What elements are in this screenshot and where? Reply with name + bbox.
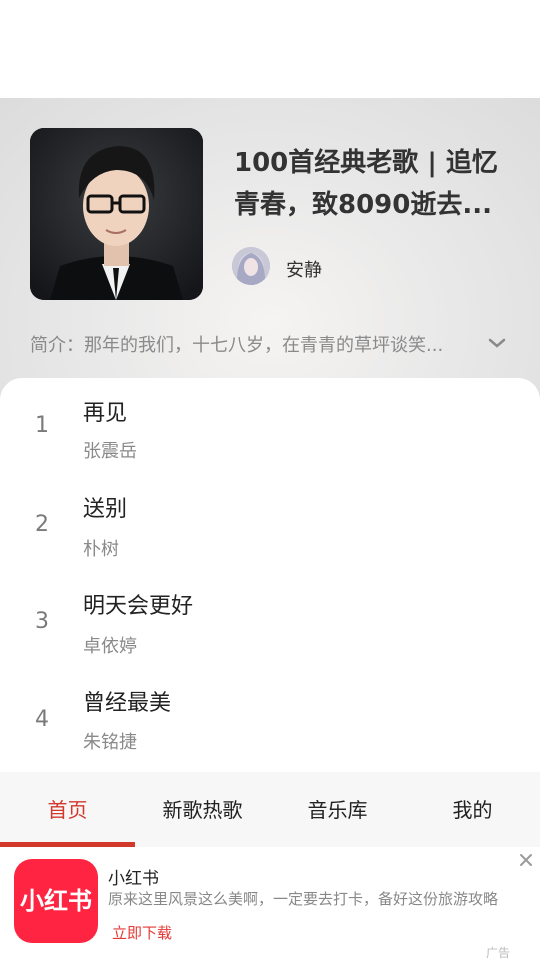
song-number: 1 <box>35 413 49 438</box>
song-number: 2 <box>35 512 49 537</box>
creator-avatar[interactable] <box>232 247 270 285</box>
ad-description: 原来这里风景这么美啊，一定要去打卡，备好这份旅游攻略 <box>108 890 499 908</box>
tab-music-library[interactable]: 音乐库 <box>270 772 405 847</box>
song-title: 曾经最美 <box>83 691 172 716</box>
song-title: 再见 <box>83 401 128 426</box>
top-blank-area <box>0 0 540 98</box>
ad-download-button[interactable]: 立即下载 <box>112 922 172 943</box>
creator-name[interactable]: 安静 <box>286 256 322 282</box>
song-artist: 卓依婷 <box>83 636 137 657</box>
ad-label: 广告 <box>486 946 511 960</box>
xiaohongshu-logo[interactable]: 小红书 <box>14 859 98 943</box>
song-item[interactable]: 1 再见 张震岳 <box>0 378 540 475</box>
song-number: 3 <box>35 609 49 634</box>
song-item[interactable]: 2 送别 朴树 <box>0 475 540 572</box>
song-artist: 张震岳 <box>83 441 137 462</box>
song-item[interactable]: 4 曾经最美 朱铭捷 <box>0 671 540 768</box>
playlist-intro[interactable]: 简介：那年的我们，十七八岁，在青青的草坪谈笑... <box>30 331 480 357</box>
song-artist: 朴树 <box>83 539 119 560</box>
song-title: 明天会更好 <box>83 594 194 619</box>
song-number: 4 <box>35 707 49 732</box>
song-title: 送别 <box>83 497 128 522</box>
song-artist: 朱铭捷 <box>83 732 137 753</box>
song-list: 1 再见 张震岳 2 送别 朴树 3 明天会更好 卓依婷 4 曾经最美 朱铭捷 <box>0 378 540 772</box>
close-icon[interactable] <box>517 851 535 869</box>
playlist-title: 100首经典老歌 | 追忆青春，致8090逝去... <box>234 148 498 220</box>
song-item[interactable]: 3 明天会更好 卓依婷 <box>0 573 540 670</box>
ad-title: 小红书 <box>108 869 159 889</box>
tab-new-hot-songs[interactable]: 新歌热歌 <box>135 772 270 847</box>
playlist-cover-image[interactable] <box>30 128 203 300</box>
tab-mine[interactable]: 我的 <box>405 772 540 847</box>
bottom-tab-bar: 首页 新歌热歌 音乐库 我的 <box>0 772 540 847</box>
chevron-down-icon[interactable] <box>486 333 508 353</box>
tab-home[interactable]: 首页 <box>0 772 135 847</box>
